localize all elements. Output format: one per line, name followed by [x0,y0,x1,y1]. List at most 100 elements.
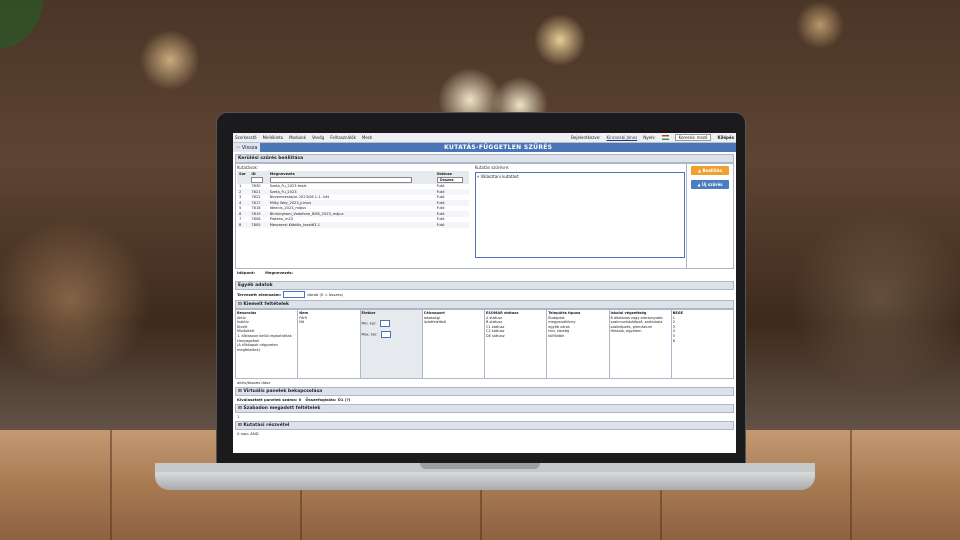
selected-label: Kutatás szűrésre: [474,165,510,170]
selected-list[interactable]: » Választani kutatást [474,172,685,258]
cell-name: Meszaresi Köbiöls_teszt63-1 [269,222,321,227]
condition-option-label: Inaktív [237,320,249,325]
section-virtual-panels-title: Virtuális panelek bekapcsolása [243,389,323,394]
section-filter-settings: Kerülési szűrés beállítása [235,154,734,163]
condition-option[interactable]: üzletfelelőző [424,320,483,325]
menu-item[interactable]: Modulok [289,135,306,140]
age-input[interactable] [379,319,390,327]
section-participation-title: Kutatási részvétel [243,423,290,428]
search-button[interactable]: Keresési mező [674,134,712,141]
new-filter-label: Új szűrés [701,182,723,187]
research-list: Kutatások: Sor ID Megnevezés Státusz Összes… [236,164,470,268]
condition-option[interactable]: főiskola, egyetem [611,329,670,334]
condition-column: Besorolás Aktív Inaktív Kivett Minősített 1. … [236,310,299,378]
condition-column: Iskolai végzettség 8 általános vagy alacs… [610,310,672,378]
table-row[interactable]: 8 7805 Meszaresi Köbiöls_teszt63-1 Futó [237,222,469,228]
condition-option-label: megyeszékhely [548,320,576,325]
condition-option-label: főiskola, egyetem [610,329,642,334]
condition-option-label: Minősített [237,329,255,334]
condition-option-label: Budapest [548,315,565,320]
condition-option[interactable]: külföldön [548,334,607,339]
condition-option-label: Férfi [299,315,307,320]
condition-option-label: falu, község [548,329,570,334]
section-free-conditions[interactable]: ⊞ Szabadon megadott feltételek [235,404,734,413]
panel-count: Kiválasztott panelek száma: 0 [237,397,302,402]
key-conditions-panel: Besorolás Aktív Inaktív Kivett Minősített 1. … [235,309,734,379]
logout-link[interactable]: Kilépés [717,135,734,140]
condition-option[interactable]: Nő [299,320,358,325]
research-table: Sor ID Megnevezés Státusz Összes 1 7830 Szeta… [237,171,469,228]
save-label: Beállítás [702,168,723,173]
condition-option-label: C1 státusz [486,324,505,329]
sample-size-input[interactable] [283,291,306,298]
id-filter-input[interactable] [251,176,264,183]
section-free-conditions-title: Szabadon megadott feltételek [243,406,321,411]
condition-option-label: üzletfelelőző [423,320,446,325]
status-select[interactable]: Összes [436,177,463,183]
section-other-data: Egyéb adatok [235,281,734,290]
cell-sor: 8 [239,222,242,227]
timestamp-row: Időpont: Megnevezés: [237,270,732,275]
menu-item[interactable]: Vevőg [312,135,324,140]
free-conditions-value: 1 [237,414,240,419]
new-filter-button[interactable]: ▲ Új szűrés [691,180,729,189]
condition-option-label: Hanyagoltak [237,338,260,343]
condition-option-label: C2 státusz [486,329,505,334]
condition-option-label: (A klikkapok négyzeten megfelelőek) [237,343,278,352]
condition-option-label: DE státusz [486,333,505,338]
condition-option-label: Nő [299,320,305,325]
age-input[interactable] [380,330,391,338]
section-virtual-panels[interactable]: ⊞ Virtuális panelek bekapcsolása [235,387,734,396]
lang-label: Nyelv: [643,135,656,140]
condition-option[interactable]: DE státusz [486,334,545,339]
sample-size-unit: darab (0 = összes) [307,292,344,297]
filter-settings-panel: Kutatások: Sor ID Megnevezés Státusz Összes… [235,163,734,269]
section-participation[interactable]: ⊞ Kutatási részvétel [235,421,734,430]
section-key-conditions[interactable]: ⊟ Kiemelt feltételek [235,300,734,309]
sample-size-row: Tervezett elemszám: darab (0 = összes) [237,291,732,298]
menu-bar: Szerkesztő Mellékleta Modulok Vevőg Felh… [233,133,736,143]
laptop-base [155,472,815,490]
condition-option-label: 3 [672,324,675,329]
selected-research-panel: Kutatás szűrésre: » Választani kutatást [474,164,686,268]
condition-column: Célcsoport lakossági üzletfelelőző [423,310,485,378]
save-button[interactable]: ▲ Beállítás [691,166,729,175]
back-button[interactable]: ⇦ Vissza [233,143,261,152]
research-label: Kutatások: [237,165,259,170]
condition-option-label: egyéb város [548,324,570,329]
name-label: Megnevezés: [265,270,294,275]
condition-option-label: szakképzés, gimnázium [610,324,653,329]
laptop-screen: Szerkesztő Mellékleta Modulok Vevőg Felh… [233,133,736,453]
cell-id: 7805 [251,222,261,227]
condition-option-label: Min. kor: [361,321,377,326]
menu-item[interactable]: Mellékleta [263,135,284,140]
condition-option[interactable]: Max. kor: [362,330,421,338]
condition-option[interactable]: (A klikkapok négyzeten megfelelőek) [237,343,296,352]
condition-option-label: lakossági [423,315,440,320]
condition-option-label: 6 [672,338,675,343]
condition-column: Életkor Min. kor: Max. kor: [360,310,423,378]
condition-option[interactable]: Min. kor: [361,319,421,327]
title-bar: ⇦ Vissza KUTATÁS-FÜGGETLEN SZŰRÉS [233,143,736,152]
condition-option-label: Kivett [237,324,248,329]
flag-icon[interactable] [661,135,669,140]
condition-option-label: 2 [672,320,675,325]
virtual-panels-row: Kiválasztott panelek száma: 0 Összefogla… [237,397,732,402]
user-name[interactable]: Kincsesbi János [607,135,638,140]
condition-header: Életkor [361,311,376,315]
menu-item[interactable]: Felhasználók [330,135,356,140]
participation-value: 0 nap: AND [237,431,259,436]
condition-option-label: 5 [672,333,675,338]
condition-option-label: 4 [672,329,675,334]
page-title: KUTATÁS-FÜGGETLEN SZŰRÉS [444,144,553,151]
condition-option-label: 1 [672,315,675,320]
condition-option-label: 8 általános vagy alacsonyabb [610,315,663,320]
menu-item[interactable]: Szerkesztő [235,135,257,140]
sample-size-label: Tervezett elemszám: [237,292,282,297]
name-filter-input[interactable] [269,176,412,183]
selected-item[interactable]: » Választani kutatást [477,174,519,179]
condition-option[interactable]: 6 [673,339,732,344]
laptop-notch [420,463,540,469]
condition-column: Település típusa Budapest megyeszékhely egy… [547,310,610,378]
menu-item[interactable]: Mesh [362,135,373,140]
